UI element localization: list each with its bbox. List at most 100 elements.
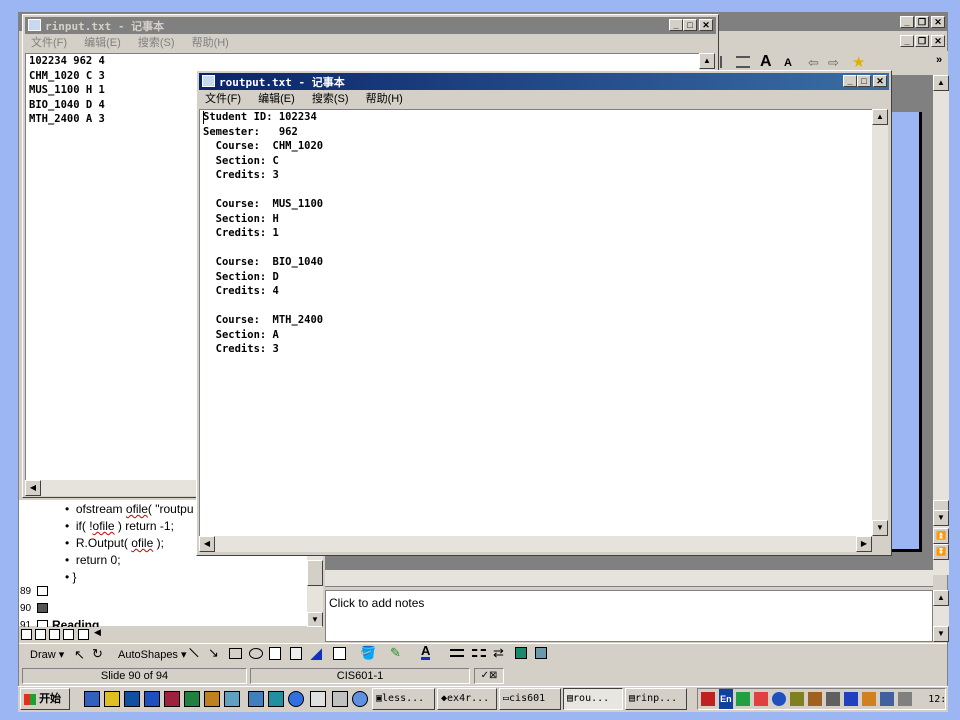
wordart-tool-icon[interactable] [290, 647, 302, 660]
taskbar-button-ex4r[interactable]: ◆ex4r... [437, 688, 497, 710]
3d-icon[interactable] [535, 647, 547, 659]
ql-search-icon[interactable] [310, 691, 326, 707]
routput-hscroll[interactable] [199, 536, 872, 552]
tray-ime-icon[interactable] [701, 692, 715, 707]
textbox-tool-icon[interactable] [269, 647, 281, 660]
routput-menu-search[interactable]: 搜索(S) [312, 91, 349, 108]
routput-scroll-right-button[interactable]: ▶ [856, 536, 872, 552]
autoshapes-menu-button[interactable]: AutoShapes ▾ [118, 648, 187, 661]
arrow-tool-icon[interactable]: ↘ [208, 645, 219, 661]
notes-scroll-up-button[interactable]: ▲ [933, 590, 949, 606]
routput-scroll-down-button[interactable]: ▼ [872, 520, 888, 536]
shadow-icon[interactable] [515, 647, 527, 659]
routput-scroll-left-button[interactable]: ◀ [199, 536, 215, 552]
ql-access-icon[interactable] [164, 691, 180, 707]
ql-globe-icon[interactable] [352, 691, 368, 707]
ql-excel-icon[interactable] [184, 691, 200, 707]
ppt-doc-close-button[interactable]: ✕ [931, 35, 945, 47]
clipart-icon[interactable] [333, 647, 346, 660]
fill-color-icon[interactable]: 🪣 [360, 645, 376, 661]
slide-icon-90[interactable] [37, 603, 48, 613]
slide-hscroll[interactable] [325, 570, 933, 586]
dash-style-icon[interactable] [472, 649, 486, 657]
rectangle-tool-icon[interactable] [229, 648, 242, 659]
ql-ie-icon[interactable] [288, 691, 304, 707]
routput-menu-file[interactable]: 文件(F) [205, 91, 241, 108]
draw-menu-button[interactable]: Draw ▾ [30, 648, 64, 661]
taskbar-button-less[interactable]: ▣less... [372, 688, 435, 710]
rinput-menu-edit[interactable]: 编辑(E) [84, 35, 121, 52]
tray-pointer-icon[interactable] [880, 692, 895, 707]
routput-minimize-button[interactable]: _ [843, 75, 857, 87]
view-scroll-left-icon[interactable]: ◀ [94, 627, 101, 638]
toolbar-overflow-icon[interactable]: » [936, 54, 942, 66]
routput-close-button[interactable]: ✕ [873, 75, 887, 87]
ppt-restore-button[interactable]: ❐ [915, 16, 929, 28]
ql-binder-icon[interactable] [204, 691, 220, 707]
ql-word-icon[interactable] [144, 691, 160, 707]
select-pointer-icon[interactable]: ↖ [74, 647, 85, 663]
ppt-close-button[interactable]: ✕ [931, 16, 945, 28]
notes-scroll-down-button[interactable]: ▼ [933, 626, 949, 642]
slide-sorter-icon[interactable] [63, 629, 74, 640]
tray-input-icon[interactable] [735, 692, 750, 707]
line-color-icon[interactable]: ✎ [390, 645, 401, 661]
tray-pen-icon[interactable] [789, 692, 804, 707]
font-color-icon[interactable]: A [421, 644, 431, 660]
tray-monitor-icon[interactable] [844, 692, 859, 707]
ql-media-icon[interactable] [268, 691, 284, 707]
ql-outlook-icon[interactable] [104, 691, 120, 707]
taskbar-button-cis601[interactable]: ▭cis601 [499, 688, 561, 710]
ql-network-icon[interactable] [248, 691, 264, 707]
arrow-style-icon[interactable]: ⇄ [493, 645, 504, 661]
demote-icon[interactable]: ⇨ [828, 55, 839, 71]
tray-printer-icon[interactable] [898, 692, 913, 707]
increase-font-icon[interactable]: A [760, 53, 772, 71]
slide-icon-89[interactable] [37, 586, 48, 596]
tray-clock[interactable]: 12:10 AM [928, 694, 945, 705]
slide-scroll-up-button[interactable]: ▲ [933, 75, 949, 91]
numbering-icon[interactable] [720, 56, 734, 68]
tray-scheduler-icon[interactable] [862, 692, 877, 707]
wordart-a-icon[interactable]: ◢ [311, 645, 322, 662]
rinput-menu-file[interactable]: 文件(F) [31, 35, 67, 52]
normal-view-icon[interactable] [21, 629, 32, 640]
rinput-scroll-up-button[interactable]: ▲ [699, 53, 715, 69]
animation-star-icon[interactable]: ★ [852, 53, 865, 71]
promote-icon[interactable]: ⇦ [808, 55, 819, 71]
line-style-icon[interactable] [450, 649, 464, 657]
routput-menu-edit[interactable]: 编辑(E) [258, 91, 295, 108]
ql-photo-icon[interactable] [224, 691, 240, 707]
tray-moon-icon[interactable] [771, 692, 786, 707]
routput-maximize-button[interactable]: □ [857, 75, 871, 87]
slide-view-icon[interactable] [49, 629, 60, 640]
ql-show-desktop-icon[interactable] [84, 691, 100, 707]
decrease-font-icon[interactable]: A [784, 57, 792, 69]
oval-tool-icon[interactable] [249, 648, 263, 659]
next-slide-button[interactable]: ⏬ [933, 544, 949, 560]
rinput-maximize-button[interactable]: □ [683, 19, 697, 31]
tray-app-icon[interactable] [753, 692, 768, 707]
taskbar-button-rinput[interactable]: ▤rinp... [625, 688, 687, 710]
rinput-minimize-button[interactable]: _ [669, 19, 683, 31]
slide-show-icon[interactable] [78, 629, 89, 640]
ppt-doc-minimize-button[interactable]: _ [900, 35, 914, 47]
slide-scroll-down-button[interactable]: ▼ [933, 510, 949, 526]
tray-volume-icon[interactable] [825, 692, 840, 707]
tray-lang-indicator[interactable]: En [719, 689, 733, 709]
outline-scroll-thumb[interactable] [307, 560, 323, 586]
slide-canvas[interactable] [890, 112, 922, 552]
ql-window-icon[interactable] [124, 691, 140, 707]
tray-tool-icon[interactable] [807, 692, 822, 707]
routput-vscroll[interactable] [872, 109, 888, 536]
ppt-minimize-button[interactable]: _ [900, 16, 914, 28]
rinput-scroll-left-button[interactable]: ◀ [25, 480, 41, 496]
routput-scroll-up-button[interactable]: ▲ [872, 109, 888, 125]
start-button[interactable]: 开始 [20, 688, 70, 710]
rinput-menu-search[interactable]: 搜索(S) [138, 35, 175, 52]
taskbar-button-routput[interactable]: ▤rou... [563, 688, 623, 710]
ql-key-icon[interactable] [332, 691, 348, 707]
routput-menu-help[interactable]: 帮助(H) [366, 91, 403, 108]
ppt-doc-restore-button[interactable]: ❐ [915, 35, 929, 47]
bullets-icon[interactable] [736, 56, 750, 68]
